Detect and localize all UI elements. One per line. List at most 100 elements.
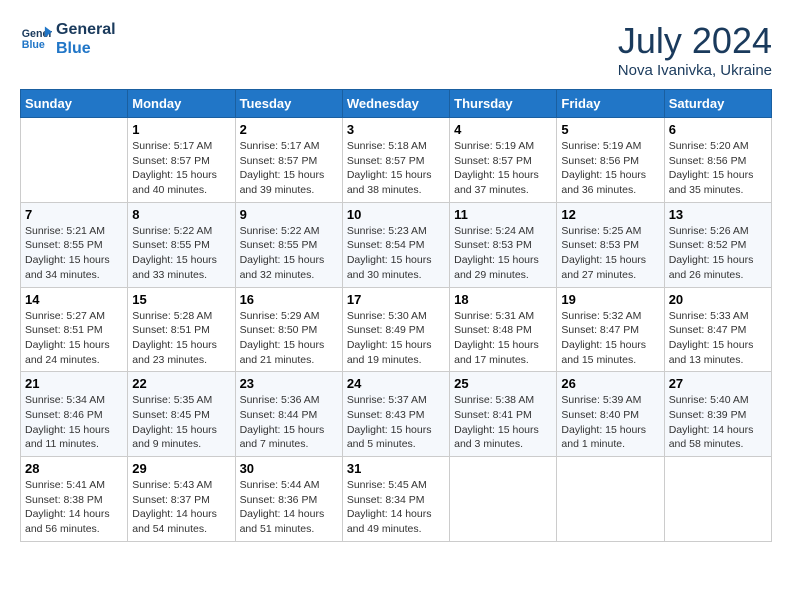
day-number: 6 [669, 122, 767, 137]
calendar-cell: 14 Sunrise: 5:27 AMSunset: 8:51 PMDayligh… [21, 287, 128, 372]
day-info: Sunrise: 5:45 AMSunset: 8:34 PMDaylight:… [347, 478, 445, 537]
day-number: 1 [132, 122, 230, 137]
day-info: Sunrise: 5:43 AMSunset: 8:37 PMDaylight:… [132, 478, 230, 537]
day-info: Sunrise: 5:38 AMSunset: 8:41 PMDaylight:… [454, 393, 552, 452]
day-number: 8 [132, 207, 230, 222]
day-number: 23 [240, 376, 338, 391]
calendar-cell: 11 Sunrise: 5:24 AMSunset: 8:53 PMDayligh… [450, 202, 557, 287]
calendar-cell: 19Sunrise: 5:32 AMSunset: 8:47 PMDayligh… [557, 287, 664, 372]
day-number: 24 [347, 376, 445, 391]
day-number: 26 [561, 376, 659, 391]
day-number: 13 [669, 207, 767, 222]
day-info: Sunrise: 5:17 AMSunset: 8:57 PMDaylight:… [240, 139, 338, 198]
calendar-cell: 30 Sunrise: 5:44 AMSunset: 8:36 PMDayligh… [235, 457, 342, 542]
calendar-cell: 3Sunrise: 5:18 AMSunset: 8:57 PMDaylight… [342, 118, 449, 203]
calendar-cell [21, 118, 128, 203]
day-number: 16 [240, 292, 338, 307]
day-number: 9 [240, 207, 338, 222]
location-subtitle: Nova Ivanivka, Ukraine [618, 62, 772, 79]
calendar-cell: 23 Sunrise: 5:36 AMSunset: 8:44 PMDayligh… [235, 372, 342, 457]
day-number: 28 [25, 461, 123, 476]
calendar-table: SundayMondayTuesdayWednesdayThursdayFrid… [20, 89, 772, 542]
calendar-cell: 2 Sunrise: 5:17 AMSunset: 8:57 PMDaylight… [235, 118, 342, 203]
day-info: Sunrise: 5:20 AMSunset: 8:56 PMDaylight:… [669, 139, 767, 198]
calendar-cell: 6 Sunrise: 5:20 AMSunset: 8:56 PMDaylight… [664, 118, 771, 203]
day-number: 20 [669, 292, 767, 307]
day-info: Sunrise: 5:19 AMSunset: 8:56 PMDaylight:… [561, 139, 659, 198]
day-info: Sunrise: 5:31 AMSunset: 8:48 PMDaylight:… [454, 309, 552, 368]
day-info: Sunrise: 5:17 AMSunset: 8:57 PMDaylight:… [132, 139, 230, 198]
calendar-cell: 1 Sunrise: 5:17 AMSunset: 8:57 PMDaylight… [128, 118, 235, 203]
month-year-title: July 2024 [618, 20, 772, 62]
day-number: 21 [25, 376, 123, 391]
day-number: 30 [240, 461, 338, 476]
day-info: Sunrise: 5:24 AMSunset: 8:53 PMDaylight:… [454, 224, 552, 283]
day-number: 29 [132, 461, 230, 476]
col-header-wednesday: Wednesday [342, 90, 449, 118]
day-info: Sunrise: 5:33 AMSunset: 8:47 PMDaylight:… [669, 309, 767, 368]
day-number: 31 [347, 461, 445, 476]
day-number: 11 [454, 207, 552, 222]
calendar-cell: 24 Sunrise: 5:37 AMSunset: 8:43 PMDayligh… [342, 372, 449, 457]
calendar-cell: 17Sunrise: 5:30 AMSunset: 8:49 PMDayligh… [342, 287, 449, 372]
day-info: Sunrise: 5:28 AMSunset: 8:51 PMDaylight:… [132, 309, 230, 368]
day-info: Sunrise: 5:22 AMSunset: 8:55 PMDaylight:… [132, 224, 230, 283]
page-header: General Blue General Blue July 2024 Nova… [20, 20, 772, 79]
calendar-cell: 10Sunrise: 5:23 AMSunset: 8:54 PMDayligh… [342, 202, 449, 287]
day-info: Sunrise: 5:44 AMSunset: 8:36 PMDaylight:… [240, 478, 338, 537]
day-number: 5 [561, 122, 659, 137]
day-info: Sunrise: 5:25 AMSunset: 8:53 PMDaylight:… [561, 224, 659, 283]
calendar-cell: 9 Sunrise: 5:22 AMSunset: 8:55 PMDaylight… [235, 202, 342, 287]
day-info: Sunrise: 5:36 AMSunset: 8:44 PMDaylight:… [240, 393, 338, 452]
day-info: Sunrise: 5:41 AMSunset: 8:38 PMDaylight:… [25, 478, 123, 537]
day-info: Sunrise: 5:19 AMSunset: 8:57 PMDaylight:… [454, 139, 552, 198]
calendar-cell: 21 Sunrise: 5:34 AMSunset: 8:46 PMDayligh… [21, 372, 128, 457]
calendar-cell [450, 457, 557, 542]
calendar-cell [664, 457, 771, 542]
calendar-cell: 18Sunrise: 5:31 AMSunset: 8:48 PMDayligh… [450, 287, 557, 372]
col-header-monday: Monday [128, 90, 235, 118]
col-header-tuesday: Tuesday [235, 90, 342, 118]
day-info: Sunrise: 5:27 AMSunset: 8:51 PMDaylight:… [25, 309, 123, 368]
day-info: Sunrise: 5:40 AMSunset: 8:39 PMDaylight:… [669, 393, 767, 452]
day-info: Sunrise: 5:23 AMSunset: 8:54 PMDaylight:… [347, 224, 445, 283]
calendar-cell: 7Sunrise: 5:21 AMSunset: 8:55 PMDaylight… [21, 202, 128, 287]
day-info: Sunrise: 5:35 AMSunset: 8:45 PMDaylight:… [132, 393, 230, 452]
day-info: Sunrise: 5:37 AMSunset: 8:43 PMDaylight:… [347, 393, 445, 452]
logo-icon: General Blue [20, 23, 52, 55]
calendar-cell: 12 Sunrise: 5:25 AMSunset: 8:53 PMDayligh… [557, 202, 664, 287]
calendar-cell: 22 Sunrise: 5:35 AMSunset: 8:45 PMDayligh… [128, 372, 235, 457]
calendar-cell: 29 Sunrise: 5:43 AMSunset: 8:37 PMDayligh… [128, 457, 235, 542]
day-number: 12 [561, 207, 659, 222]
calendar-cell: 8 Sunrise: 5:22 AMSunset: 8:55 PMDaylight… [128, 202, 235, 287]
day-info: Sunrise: 5:34 AMSunset: 8:46 PMDaylight:… [25, 393, 123, 452]
calendar-cell: 5 Sunrise: 5:19 AMSunset: 8:56 PMDaylight… [557, 118, 664, 203]
calendar-cell [557, 457, 664, 542]
day-number: 2 [240, 122, 338, 137]
svg-text:Blue: Blue [22, 39, 45, 51]
day-info: Sunrise: 5:18 AMSunset: 8:57 PMDaylight:… [347, 139, 445, 198]
title-block: July 2024 Nova Ivanivka, Ukraine [618, 20, 772, 79]
calendar-cell: 27Sunrise: 5:40 AMSunset: 8:39 PMDayligh… [664, 372, 771, 457]
day-number: 19 [561, 292, 659, 307]
day-number: 17 [347, 292, 445, 307]
day-info: Sunrise: 5:26 AMSunset: 8:52 PMDaylight:… [669, 224, 767, 283]
day-number: 4 [454, 122, 552, 137]
day-info: Sunrise: 5:22 AMSunset: 8:55 PMDaylight:… [240, 224, 338, 283]
calendar-cell: 13 Sunrise: 5:26 AMSunset: 8:52 PMDayligh… [664, 202, 771, 287]
day-number: 22 [132, 376, 230, 391]
calendar-cell: 4 Sunrise: 5:19 AMSunset: 8:57 PMDaylight… [450, 118, 557, 203]
calendar-cell: 20 Sunrise: 5:33 AMSunset: 8:47 PMDayligh… [664, 287, 771, 372]
logo-text-general: General [56, 20, 116, 39]
day-info: Sunrise: 5:29 AMSunset: 8:50 PMDaylight:… [240, 309, 338, 368]
calendar-cell: 26 Sunrise: 5:39 AMSunset: 8:40 PMDayligh… [557, 372, 664, 457]
col-header-sunday: Sunday [21, 90, 128, 118]
day-number: 25 [454, 376, 552, 391]
calendar-cell: 16 Sunrise: 5:29 AMSunset: 8:50 PMDayligh… [235, 287, 342, 372]
day-number: 14 [25, 292, 123, 307]
logo: General Blue General Blue [20, 20, 116, 58]
col-header-thursday: Thursday [450, 90, 557, 118]
col-header-friday: Friday [557, 90, 664, 118]
day-number: 7 [25, 207, 123, 222]
day-info: Sunrise: 5:39 AMSunset: 8:40 PMDaylight:… [561, 393, 659, 452]
